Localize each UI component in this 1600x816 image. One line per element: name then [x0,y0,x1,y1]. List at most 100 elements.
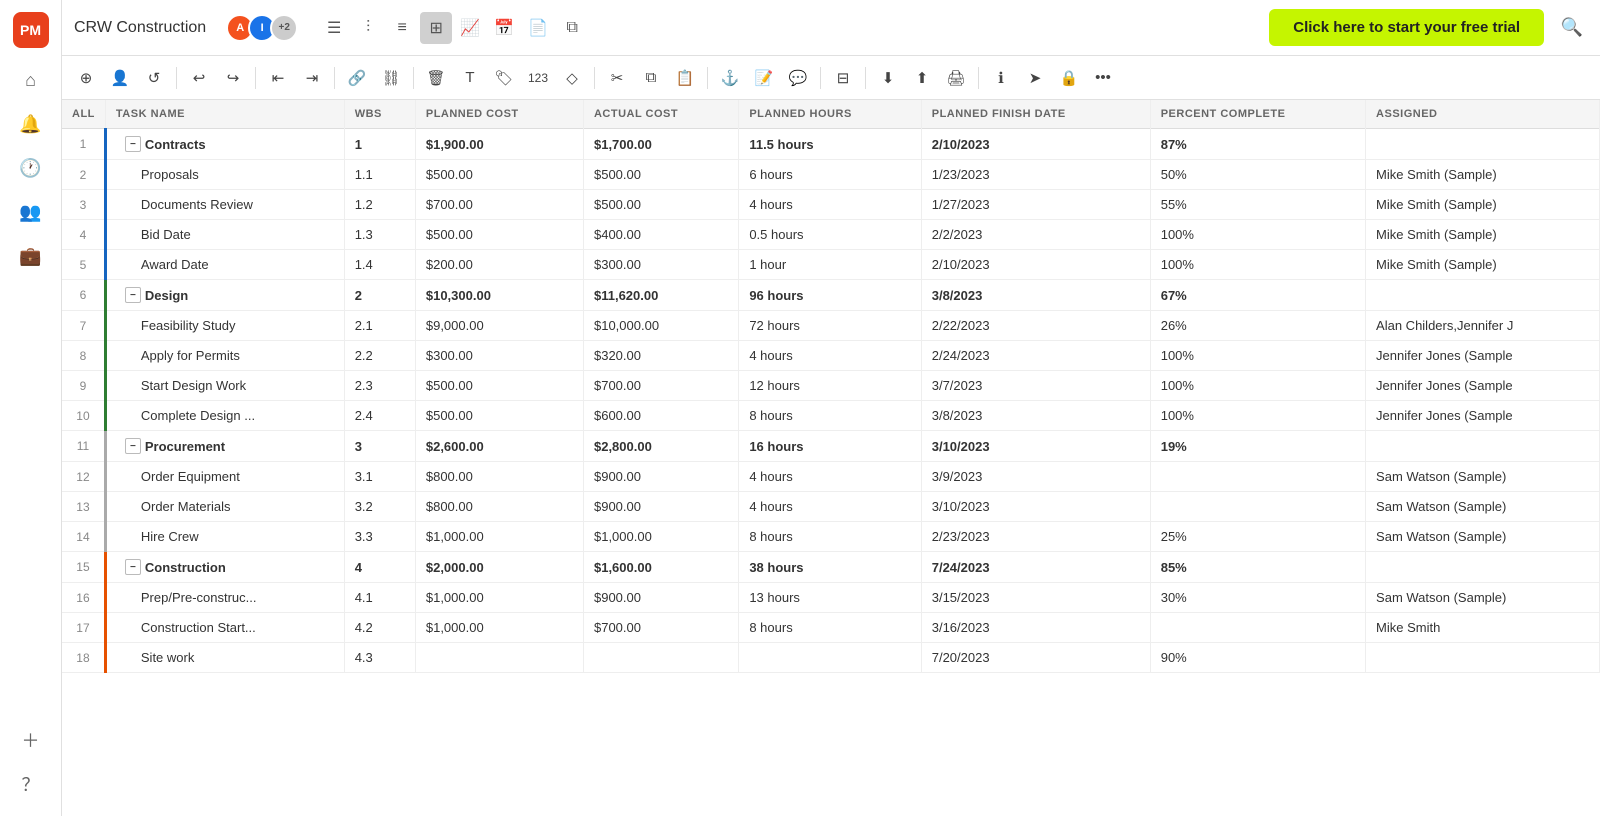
table-row[interactable]: 11−Procurement3$2,600.00$2,800.0016 hour… [62,431,1600,462]
col-planned-hours[interactable]: PLANNED HOURS [739,100,921,129]
table-row[interactable]: 18Site work4.37/20/202390% [62,643,1600,673]
search-icon[interactable]: 🔍 [1556,12,1588,44]
col-percent[interactable]: PERCENT COMPLETE [1150,100,1365,129]
table-row[interactable]: 10Complete Design ...2.4$500.00$600.008 … [62,401,1600,431]
table-row[interactable]: 1−Contracts1$1,900.00$1,700.0011.5 hours… [62,129,1600,160]
task-name-cell[interactable]: −Construction [105,552,344,583]
avatar-overflow[interactable]: +2 [270,14,298,42]
cut-button[interactable]: ✂ [601,62,633,94]
task-name-cell[interactable]: Documents Review [105,190,344,220]
chart-icon[interactable]: 📈 [454,12,486,44]
notes-button[interactable]: 📝 [748,62,780,94]
sidebar-item-users[interactable]: 👥 [11,192,51,232]
table-row[interactable]: 6−Design2$10,300.00$11,620.0096 hours3/8… [62,280,1600,311]
table-row[interactable]: 7Feasibility Study2.1$9,000.00$10,000.00… [62,311,1600,341]
collapse-btn[interactable]: − [125,438,141,454]
split-view-button[interactable]: ⊟ [827,62,859,94]
toolbar-sep-1 [176,67,177,89]
sidebar-item-help[interactable]: ？ [11,764,51,804]
copy-button[interactable]: ⧉ [635,62,667,94]
upload-button[interactable]: ⬆ [906,62,938,94]
task-name-cell[interactable]: −Design [105,280,344,311]
table-row[interactable]: 4Bid Date1.3$500.00$400.000.5 hours2/2/2… [62,220,1600,250]
text-button[interactable]: T [454,62,486,94]
indent-left-button[interactable]: ⇤ [262,62,294,94]
app-logo[interactable]: PM [13,12,49,48]
table-row[interactable]: 3Documents Review1.2$700.00$500.004 hour… [62,190,1600,220]
table-row[interactable]: 17Construction Start...4.2$1,000.00$700.… [62,613,1600,643]
calendar-icon[interactable]: 📅 [488,12,520,44]
refresh-button[interactable]: ↺ [138,62,170,94]
undo-button[interactable]: ↩ [183,62,215,94]
task-name-cell[interactable]: −Contracts [105,129,344,160]
menu-icon[interactable]: ☰ [318,12,350,44]
comment-button[interactable]: 💬 [782,62,814,94]
collapse-btn[interactable]: − [125,136,141,152]
toolbar: ⊕ 👤 ↺ ↩ ↪ ⇤ ⇥ 🔗 ⛓ 🗑 T 🏷 123 ◇ ✂ ⧉ 📋 ⚓ 📝 … [62,56,1600,100]
table-row[interactable]: 14Hire Crew3.3$1,000.00$1,000.008 hours2… [62,522,1600,552]
send-button[interactable]: ➤ [1019,62,1051,94]
collapse-btn[interactable]: − [125,287,141,303]
sidebar-item-home[interactable]: ⌂ [11,60,51,100]
task-name-cell[interactable]: Apply for Permits [105,341,344,371]
split-icon[interactable]: ⧉ [556,12,588,44]
list-icon[interactable]: ≡ [386,12,418,44]
table-row[interactable]: 13Order Materials3.2$800.00$900.004 hour… [62,492,1600,522]
task-name-cell[interactable]: Start Design Work [105,371,344,401]
redo-button[interactable]: ↪ [217,62,249,94]
col-planned-cost[interactable]: PLANNED COST [415,100,583,129]
percent-complete-cell: 100% [1150,401,1365,431]
indent-right-button[interactable]: ⇥ [296,62,328,94]
table-row[interactable]: 16Prep/Pre-construc...4.1$1,000.00$900.0… [62,583,1600,613]
collapse-btn[interactable]: − [125,559,141,575]
diamond-button[interactable]: ◇ [556,62,588,94]
col-wbs[interactable]: WBS [344,100,415,129]
task-name-cell[interactable]: Bid Date [105,220,344,250]
sidebar-item-activity[interactable]: 🔔 [11,104,51,144]
info-button[interactable]: ℹ [985,62,1017,94]
columns-icon[interactable]: ⫶ [352,12,384,44]
file-icon[interactable]: 📄 [522,12,554,44]
task-name-cell[interactable]: Site work [105,643,344,673]
unlink-button[interactable]: ⛓ [375,62,407,94]
sidebar-item-briefcase[interactable]: 💼 [11,236,51,276]
number-button[interactable]: 123 [522,62,554,94]
lock-button[interactable]: 🔒 [1053,62,1085,94]
task-name-cell[interactable]: −Procurement [105,431,344,462]
delete-button[interactable]: 🗑 [420,62,452,94]
paste-button[interactable]: 📋 [669,62,701,94]
table-row[interactable]: 2Proposals1.1$500.00$500.006 hours1/23/2… [62,160,1600,190]
anchor-button[interactable]: ⚓ [714,62,746,94]
col-actual-cost[interactable]: ACTUAL COST [583,100,738,129]
task-name-cell[interactable]: Feasibility Study [105,311,344,341]
free-trial-button[interactable]: Click here to start your free trial [1269,9,1544,46]
more-button[interactable]: ••• [1087,62,1119,94]
link-button[interactable]: 🔗 [341,62,373,94]
grid-icon[interactable]: ⊞ [420,12,452,44]
percent-complete-cell: 55% [1150,190,1365,220]
table-row[interactable]: 9Start Design Work2.3$500.00$700.0012 ho… [62,371,1600,401]
task-name-cell[interactable]: Order Equipment [105,462,344,492]
col-assigned[interactable]: ASSIGNED [1366,100,1600,129]
col-num[interactable]: ALL [62,100,105,129]
task-name-cell[interactable]: Construction Start... [105,613,344,643]
task-name-cell[interactable]: Hire Crew [105,522,344,552]
task-name-cell[interactable]: Award Date [105,250,344,280]
col-task-name[interactable]: TASK NAME [105,100,344,129]
task-name-cell[interactable]: Proposals [105,160,344,190]
sidebar-item-clock[interactable]: 🕐 [11,148,51,188]
col-planned-finish[interactable]: PLANNED FINISH DATE [921,100,1150,129]
print-button[interactable]: 🖨 [940,62,972,94]
table-row[interactable]: 15−Construction4$2,000.00$1,600.0038 hou… [62,552,1600,583]
add-user-button[interactable]: 👤 [104,62,136,94]
task-name-cell[interactable]: Complete Design ... [105,401,344,431]
table-row[interactable]: 5Award Date1.4$200.00$300.001 hour2/10/2… [62,250,1600,280]
table-row[interactable]: 8Apply for Permits2.2$300.00$320.004 hou… [62,341,1600,371]
task-name-cell[interactable]: Order Materials [105,492,344,522]
task-name-cell[interactable]: Prep/Pre-construc... [105,583,344,613]
sidebar-item-add[interactable]: ＋ [11,720,51,760]
download-button[interactable]: ⬇ [872,62,904,94]
table-row[interactable]: 12Order Equipment3.1$800.00$900.004 hour… [62,462,1600,492]
tag-button[interactable]: 🏷 [488,62,520,94]
add-task-button[interactable]: ⊕ [70,62,102,94]
